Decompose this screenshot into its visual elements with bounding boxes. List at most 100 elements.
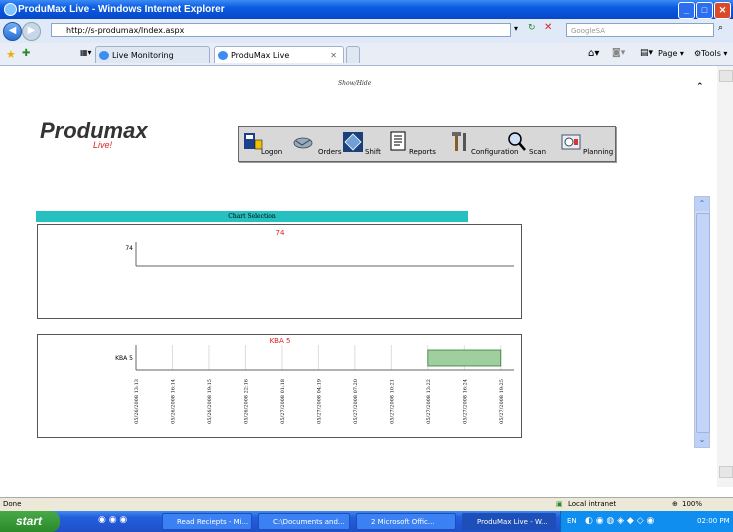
- start-label: start: [16, 514, 43, 528]
- category-label: KBA 5: [115, 355, 133, 362]
- show-hide-link[interactable]: Show/Hide: [338, 80, 371, 87]
- zoom-level[interactable]: 100%: [682, 500, 702, 508]
- refresh-icon[interactable]: ↻: [528, 23, 536, 33]
- nav-orders[interactable]: Orders: [293, 131, 345, 157]
- nav-label: Orders: [318, 148, 342, 156]
- chart-kba5: KBA 5 KBA 5 05/26/2008 13:13 05/26/2008 16:…: [115, 337, 514, 424]
- nav-logon[interactable]: Logon: [243, 131, 295, 157]
- print-icon[interactable]: ▤▾: [640, 48, 653, 58]
- frame-scroll-thumb[interactable]: [696, 213, 710, 433]
- nav-scan[interactable]: Scan: [507, 131, 551, 157]
- chart-selection-header[interactable]: Chart Selection: [36, 211, 468, 222]
- scan-icon: [508, 132, 526, 151]
- nav-planning[interactable]: Planning: [561, 131, 615, 157]
- maximize-button[interactable]: □: [696, 2, 713, 19]
- tools-menu-label: Tools: [701, 49, 721, 58]
- frame-scrollbar[interactable]: ⌃ ⌄: [694, 196, 710, 448]
- frame-scroll-down-icon[interactable]: ⌄: [695, 433, 709, 447]
- intranet-icon: ▣: [556, 500, 563, 508]
- zoom-icon: ⊕: [672, 500, 678, 508]
- window-title-bar: ProduMax Live - Windows Internet Explore…: [0, 0, 733, 19]
- category-label: 74: [125, 245, 133, 252]
- feeds-icon[interactable]: ◙▾: [612, 48, 625, 58]
- page-scrollbar[interactable]: [717, 66, 733, 487]
- address-dropdown-icon[interactable]: ▾: [514, 24, 518, 33]
- search-icon[interactable]: ⌕: [718, 23, 723, 33]
- timeline-bar: [427, 349, 502, 367]
- nav-reports[interactable]: Reports: [389, 131, 445, 157]
- back-button[interactable]: ◀: [3, 22, 22, 41]
- page-menu-label: Page: [658, 49, 678, 58]
- window-title: ProduMax Live - Windows Internet Explore…: [18, 4, 225, 15]
- x-tick-label: 05/26/2008 13:13: [134, 379, 140, 424]
- task-microsoft-office[interactable]: 2 Microsoft Offic...: [356, 513, 456, 530]
- handshake-icon: [293, 137, 313, 149]
- ie-page-icon: [99, 51, 109, 60]
- tab-close-icon[interactable]: ✕: [330, 47, 337, 64]
- new-tab-button[interactable]: [346, 46, 360, 63]
- reports-icon: [390, 131, 406, 151]
- x-tick-label: 05/27/2008 07:20: [353, 379, 359, 424]
- chart-panel-74: 74 74: [37, 224, 522, 319]
- x-tick-label: 05/27/2008 16:24: [462, 379, 468, 424]
- nav-label: Shift: [365, 148, 381, 156]
- scroll-up-button[interactable]: [719, 70, 733, 82]
- task-label: Read Reciepts - Mi...: [177, 518, 249, 526]
- tab-bar: ★ ✚ ▦▾ Live Monitoring ProduMax Live ✕ ⌂…: [0, 43, 733, 66]
- quick-launch-icons[interactable]: ◉ ◉ ◉: [98, 515, 127, 525]
- x-tick-label: 05/27/2008 01:18: [280, 379, 286, 424]
- shift-icon: [343, 132, 363, 152]
- forward-button[interactable]: ▶: [22, 22, 41, 41]
- task-label: ProduMax Live - W...: [477, 518, 548, 526]
- address-toolbar: ◀ ▶ http://s-produmax/Index.aspx ▾ ↻ ✕ G…: [0, 19, 733, 43]
- task-documents[interactable]: C:\Documents and...: [258, 513, 350, 530]
- stop-icon[interactable]: ✕: [544, 22, 552, 33]
- chart-title: KBA 5: [270, 337, 291, 345]
- task-produmax-live[interactable]: ProduMax Live - W...: [462, 513, 556, 530]
- tools-icon: [452, 132, 466, 151]
- tab-produmax-live[interactable]: ProduMax Live ✕: [214, 46, 344, 63]
- main-nav-toolbar: Logon Orders Shift Reports Configuration…: [238, 126, 616, 162]
- tab-label: Live Monitoring: [112, 51, 174, 60]
- quick-tabs-icon[interactable]: ▦▾: [80, 48, 92, 57]
- nav-label: Scan: [529, 148, 547, 156]
- chart-panel-kba5: KBA 5 KBA 5 05/26/2008 13:13 05/26/2008 16:…: [37, 334, 522, 438]
- favorites-star-icon[interactable]: ★: [6, 48, 16, 61]
- home-icon[interactable]: ⌂▾: [588, 48, 599, 59]
- tools-menu[interactable]: ⚙Tools ▾: [694, 49, 727, 58]
- tab-live-monitoring[interactable]: Live Monitoring: [95, 46, 210, 63]
- zone-text: Local intranet: [568, 500, 617, 508]
- clock: 02:00 PM: [697, 517, 730, 525]
- x-tick-label: 05/27/2008 10:21: [389, 379, 395, 424]
- logon-icon: [244, 133, 263, 150]
- status-text: Done: [3, 500, 22, 508]
- chart-title: 74: [276, 229, 285, 237]
- collapse-icon[interactable]: ⌃: [696, 82, 704, 92]
- search-input[interactable]: GoogleSA: [566, 23, 714, 37]
- task-read-receipts[interactable]: Read Reciepts - Mi...: [162, 513, 252, 530]
- address-url: http://s-produmax/Index.aspx: [66, 26, 185, 35]
- chart-74: 74 74: [125, 229, 514, 267]
- x-tick-label: 05/27/2008 04:19: [316, 379, 322, 424]
- x-tick-label: 05/26/2008 22:16: [243, 379, 249, 424]
- scroll-down-button[interactable]: [719, 466, 733, 478]
- add-favorites-icon[interactable]: ✚: [22, 48, 30, 59]
- nav-label: Logon: [261, 148, 283, 156]
- minimize-button[interactable]: _: [678, 2, 695, 19]
- x-tick-label: 05/27/2008 13:22: [426, 379, 432, 424]
- tab-label: ProduMax Live: [231, 51, 290, 60]
- planning-icon: [561, 134, 581, 150]
- start-button[interactable]: start: [0, 511, 60, 532]
- address-bar[interactable]: http://s-produmax/Index.aspx: [51, 23, 511, 37]
- close-button[interactable]: ✕: [714, 2, 731, 19]
- status-bar: Done ▣ Local intranet ⊕ 100%: [0, 497, 733, 512]
- system-tray: EN ◐ ◉ ◍ ◈ ◆ ◇ ◉ 02:00 PM: [560, 511, 733, 532]
- tray-icons[interactable]: ◐ ◉ ◍ ◈ ◆ ◇ ◉: [585, 511, 654, 532]
- frame-scroll-up-icon[interactable]: ⌃: [695, 197, 709, 211]
- language-indicator[interactable]: EN: [567, 511, 577, 532]
- nav-label: Planning: [583, 148, 614, 156]
- ie-icon: [4, 3, 17, 16]
- x-tick-label: 05/26/2008 16:14: [170, 379, 176, 424]
- page-menu[interactable]: Page ▾: [658, 49, 684, 58]
- nav-shift[interactable]: Shift: [343, 131, 387, 157]
